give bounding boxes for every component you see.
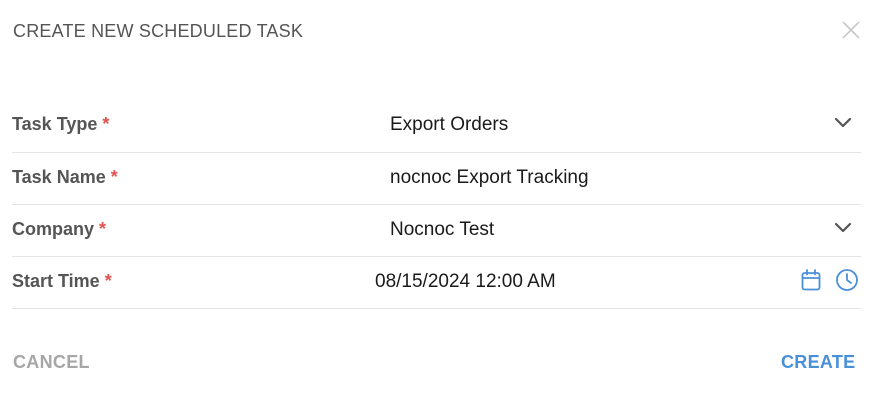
company-dropdown-button[interactable]: [833, 221, 853, 235]
task-type-row: Task Type * Export Orders: [12, 100, 861, 153]
date-picker-button[interactable]: [801, 269, 821, 291]
chevron-down-icon: [834, 117, 852, 128]
close-button[interactable]: [841, 20, 861, 40]
start-time-row: Start Time * 08/15/2024 12:00 AM: [12, 257, 861, 309]
time-picker-button[interactable]: [835, 268, 859, 292]
clock-icon: [836, 269, 858, 291]
start-time-label: Start Time *: [12, 271, 112, 291]
task-name-row: Task Name * nocnoc Export Tracking: [12, 153, 861, 205]
task-type-select[interactable]: Export Orders: [390, 114, 508, 136]
required-marker: *: [102, 114, 110, 134]
task-form: Task Type * Export Orders Task Name * nocn…: [12, 100, 861, 309]
dialog-title: CREATE NEW SCHEDULED TASK: [13, 21, 304, 41]
company-row: Company * Nocnoc Test: [12, 205, 861, 257]
company-select[interactable]: Nocnoc Test: [390, 219, 494, 241]
start-time-input[interactable]: 08/15/2024 12:00 AM: [375, 271, 556, 293]
close-icon: [842, 21, 860, 39]
chevron-down-icon: [834, 222, 852, 233]
required-marker: *: [99, 219, 107, 239]
company-label: Company *: [12, 219, 107, 239]
cancel-button[interactable]: CANCEL: [13, 352, 90, 373]
create-button[interactable]: CREATE: [781, 352, 855, 373]
task-name-input[interactable]: nocnoc Export Tracking: [390, 167, 589, 189]
task-type-label: Task Type *: [12, 114, 110, 134]
task-type-dropdown-button[interactable]: [833, 116, 853, 130]
required-marker: *: [104, 271, 112, 291]
calendar-icon: [801, 269, 821, 291]
task-name-label: Task Name *: [12, 167, 118, 187]
required-marker: *: [110, 167, 118, 187]
scheduled-task-dialog: CREATE NEW SCHEDULED TASK Task Type * Exp…: [0, 0, 874, 404]
